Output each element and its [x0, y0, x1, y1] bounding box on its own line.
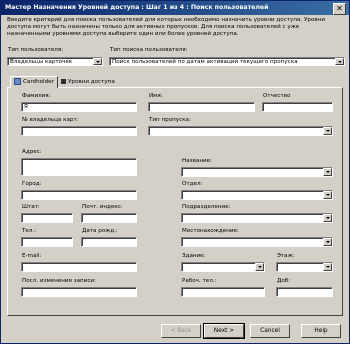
wizard-window: Мастер Назначения Уровней доступа : Шаг …: [0, 0, 350, 344]
card-number-field[interactable]: [21, 126, 137, 136]
chevron-down-icon[interactable]: [323, 214, 332, 222]
tab-cardholder-label: Cardholder: [23, 79, 54, 85]
email-field[interactable]: [21, 262, 137, 272]
zip-field[interactable]: [81, 213, 137, 223]
first-name-label: Имя:: [149, 93, 163, 99]
search-type-label: Тип поиска пользователя:: [110, 47, 188, 53]
pass-type-label: Тип пропуска:: [149, 117, 191, 123]
search-type-select[interactable]: Поиск пользователей по датам активации т…: [109, 57, 345, 66]
window-title: Мастер Назначения Уровней доступа : Шаг …: [5, 4, 269, 11]
phone-label: Тел.:: [22, 228, 37, 234]
division-label: Подразделение:: [182, 204, 231, 210]
email-label: E-mail:: [22, 253, 42, 259]
building-label: Здание:: [182, 253, 206, 259]
city-label: Город:: [22, 181, 42, 187]
last-change-field[interactable]: [21, 287, 137, 297]
user-type-value: Владельцы карточек: [10, 59, 73, 65]
address-label: Адрес:: [22, 149, 42, 155]
department-select[interactable]: [181, 190, 333, 200]
next-button[interactable]: Next >: [203, 323, 245, 339]
location-select[interactable]: [181, 237, 333, 247]
last-name-label: Фамилия:: [22, 93, 51, 99]
city-field[interactable]: [21, 190, 137, 200]
chevron-down-icon[interactable]: [323, 263, 332, 271]
state-field[interactable]: [21, 213, 73, 223]
state-label: Штат:: [22, 204, 40, 210]
cardholder-icon: [14, 78, 21, 85]
tab-access-levels-label: Уровни доступа: [68, 79, 115, 85]
chevron-down-icon[interactable]: [335, 58, 344, 65]
phone-field[interactable]: [21, 237, 73, 247]
last-name-field[interactable]: Я: [21, 102, 137, 112]
help-button[interactable]: Help: [301, 324, 341, 338]
user-type-label: Тип пользователя:: [8, 47, 64, 53]
last-change-label: Посл. изменения записи:: [22, 278, 96, 284]
tab-cardholder[interactable]: Cardholder: [10, 76, 58, 88]
search-type-value: Поиск пользователей по датам активации т…: [112, 59, 298, 65]
middle-name-field[interactable]: [262, 102, 333, 112]
title-select[interactable]: [181, 167, 333, 177]
work-phone-label: Рабоч. тел.:: [182, 278, 217, 284]
title-label: Название:: [182, 158, 212, 164]
title-bar[interactable]: Мастер Назначения Уровней доступа : Шаг …: [1, 1, 349, 15]
zip-label: Почт. индекс:: [82, 204, 123, 210]
middle-name-label: Отчество: [263, 93, 291, 99]
chevron-down-icon[interactable]: [323, 127, 332, 135]
ext-label: Доб:: [277, 278, 291, 284]
birthdate-field[interactable]: [81, 237, 137, 247]
address-field[interactable]: [21, 158, 137, 176]
birthdate-label: Дата рожд.:: [82, 228, 118, 234]
floor-select[interactable]: [276, 262, 333, 272]
cancel-button[interactable]: Cancel: [250, 324, 290, 338]
chevron-down-icon[interactable]: [93, 58, 102, 65]
card-number-label: № владельца карт:: [22, 117, 79, 123]
chevron-down-icon[interactable]: [323, 191, 332, 199]
work-phone-field[interactable]: [181, 287, 265, 297]
location-label: Местонахождение:: [182, 228, 239, 234]
close-icon[interactable]: ✕: [333, 3, 346, 15]
first-name-field[interactable]: [148, 102, 255, 112]
chevron-down-icon[interactable]: [255, 263, 264, 271]
pass-type-select[interactable]: [148, 126, 333, 136]
floor-label: Этаж:: [277, 253, 295, 259]
user-type-select[interactable]: Владельцы карточек: [7, 57, 103, 66]
access-level-icon: [61, 79, 66, 84]
department-label: Отдел:: [182, 181, 203, 187]
chevron-down-icon[interactable]: [323, 238, 332, 246]
instructions-text: Введите критерий для поиска пользователе…: [7, 17, 325, 37]
chevron-down-icon[interactable]: [323, 168, 332, 176]
division-select[interactable]: [181, 213, 333, 223]
ext-field[interactable]: [276, 287, 333, 297]
back-button[interactable]: < Back: [161, 324, 201, 338]
building-select[interactable]: [181, 262, 265, 272]
